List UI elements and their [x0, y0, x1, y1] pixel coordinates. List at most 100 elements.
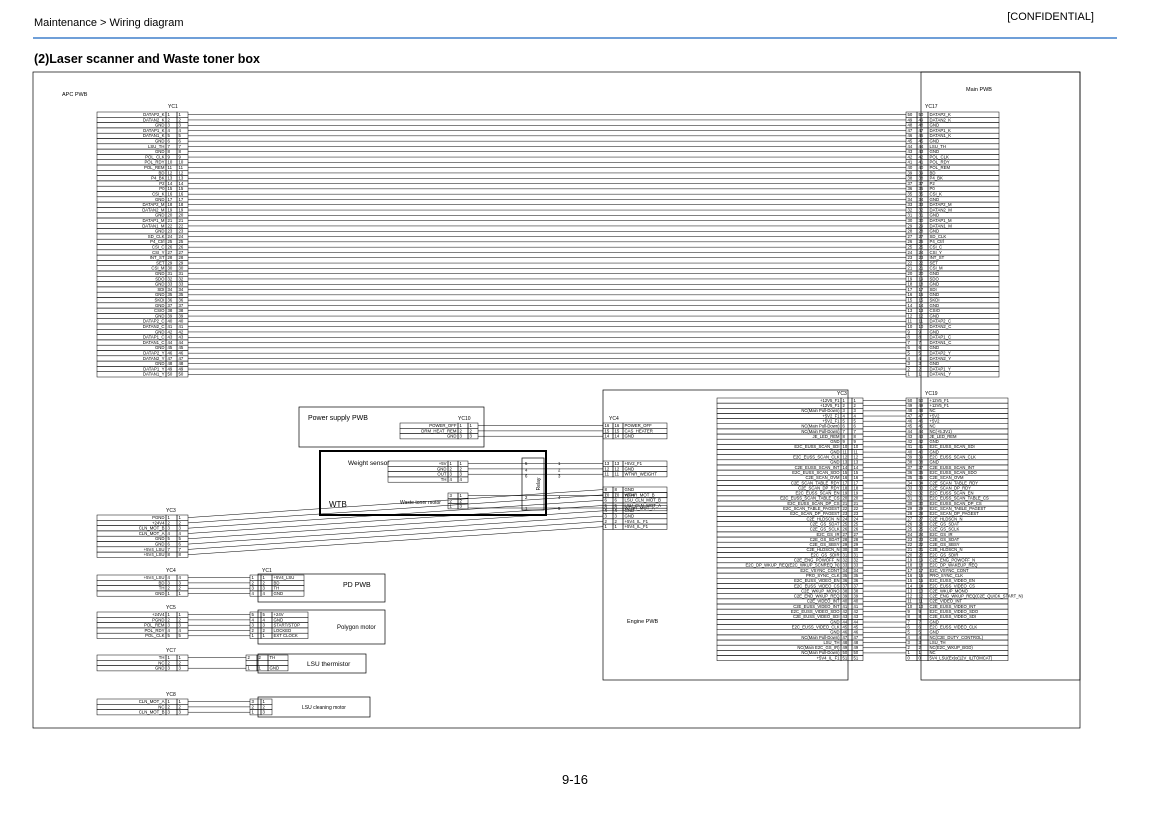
apc-yc3-table: PGND 1 1+24V4 2 2CLN_MOT_B 3 3CLN_MOT_A 4 4GND 5 5…: [96, 514, 189, 558]
pin-number: 8: [168, 552, 171, 557]
connector-yc19: YC19: [925, 391, 938, 397]
pin-number: 51: [843, 655, 848, 660]
pin-number: 36: [168, 298, 173, 303]
connector-yc4-apc: YC4: [166, 568, 176, 574]
pin-number: 1: [252, 633, 255, 638]
signal-label: GND: [155, 292, 165, 297]
pin-number: 3: [263, 586, 266, 591]
signal-label: CSI_K: [930, 192, 943, 197]
pin-number: 36: [919, 186, 924, 191]
pin-number: 31: [919, 213, 924, 218]
pin-number: 44: [168, 340, 173, 345]
pin-number: 1: [460, 423, 463, 428]
pin-number: 13: [605, 461, 610, 466]
pin-number: 4: [168, 575, 171, 580]
pin-number: 2: [179, 617, 182, 622]
pin-number: 3: [252, 623, 255, 628]
signal-label: DATAP2_K: [143, 112, 164, 117]
pin-number: 34: [179, 287, 184, 292]
wire-apc-yc3: [187, 526, 604, 555]
pin-number: 38: [168, 308, 173, 313]
pin-number: 37: [168, 303, 173, 308]
pin-number: 7: [179, 144, 182, 149]
signal-label: POWER_OFF: [429, 423, 457, 428]
pin-number: 46: [168, 351, 173, 356]
signal-label: +5V: [439, 461, 447, 466]
signal-label: DATAN1_Y: [143, 372, 165, 377]
signal-label: +5V4_LSU: [144, 552, 165, 557]
signal-label: GND: [930, 271, 940, 276]
pin-number: 38: [908, 176, 913, 181]
pin-number: 19: [919, 276, 924, 281]
pin-number: 14: [168, 181, 173, 186]
pin-number: 17: [168, 197, 173, 202]
pin-number: 2: [179, 704, 182, 709]
signal-label: CSI_K: [152, 192, 165, 197]
pin-number: 2: [168, 660, 171, 665]
pin-number: 2: [252, 580, 255, 585]
wire-apc-yc3: [187, 521, 604, 550]
signal-label: CSI_M: [930, 266, 944, 271]
pin-number: 12: [168, 170, 173, 175]
pin-number: 5: [179, 133, 182, 138]
pin-number: 21: [179, 218, 184, 223]
pin-number: 4: [179, 575, 182, 580]
pin-number: 1: [179, 591, 182, 596]
pin-number: 1: [168, 655, 171, 660]
waste-motor-table: 3 12 21 3: [447, 492, 469, 510]
relay-label: Relay: [536, 477, 542, 490]
pin-number: 1: [252, 575, 255, 580]
pin-number: 19: [179, 207, 184, 212]
signal-label: GND: [155, 139, 165, 144]
signal-label: CSIO: [930, 308, 941, 313]
pin-number: 1: [259, 666, 262, 671]
signal-label: DATAN1_Y: [930, 372, 952, 377]
pin-number: 15: [615, 428, 620, 433]
table-cell: [96, 654, 167, 661]
signal-label: CSIO: [154, 308, 165, 313]
yc17-table: 50 50 DATAP2_K49 49 DATAN2_K48 48 GND47 47 DATAP…: [905, 111, 1000, 378]
pin-number: 1: [168, 612, 171, 617]
signal-label: LSU_CLN_MOT_A: [625, 503, 662, 508]
pin-number: 17: [179, 197, 184, 202]
signal-label: DATAN2_M: [142, 207, 165, 212]
signal-label: BD: [930, 170, 936, 175]
pin-number: 43: [908, 149, 913, 154]
table-cell: [927, 180, 1000, 187]
pin-number: 44: [179, 340, 184, 345]
pin-number: 27: [908, 234, 913, 239]
pin-number: 11: [919, 319, 924, 324]
pin-number: 2: [263, 580, 266, 585]
pin-number: 25: [919, 245, 924, 250]
pin-number: 14: [919, 303, 924, 308]
pin-number: 2: [179, 520, 182, 525]
pin-number: 11: [605, 472, 610, 477]
signal-label: OUT: [437, 472, 446, 477]
pin-number: 1: [179, 112, 182, 117]
pin-number: 1: [263, 575, 266, 580]
pin-number: 13: [179, 176, 184, 181]
pin-number: 22: [919, 260, 924, 265]
pin-number: 20: [168, 213, 173, 218]
pin-number: 29: [908, 223, 913, 228]
pin-number: 8: [168, 149, 171, 154]
pin-number: 5: [252, 612, 255, 617]
signal-label: TH: [270, 655, 276, 660]
pin-number: 4: [168, 531, 171, 536]
pin-number: 4: [252, 617, 255, 622]
pin-number: 21: [168, 218, 173, 223]
signal-label: DATAN1_K: [143, 133, 165, 138]
pin-number: 22: [908, 260, 913, 265]
yc1-table: DATAP2_K 1 1DATAN2_K 2 2GND 3 3DATAP1_K 4 4DATAN…: [96, 111, 189, 378]
signal-label: GND: [155, 591, 165, 596]
pin-number: 7: [168, 547, 171, 552]
apc-yc8-table: CLN_MOT_A 1 1NC 2 2CLN_MOT_B 3 3: [96, 698, 189, 716]
pin-number: 3: [263, 623, 266, 628]
pin-number: 3: [168, 123, 171, 128]
pin-number: 33: [908, 202, 913, 207]
signal-label: LOCKED: [274, 628, 292, 633]
pin-number: 2: [605, 519, 608, 524]
pin-number: 22: [179, 223, 184, 228]
connector-yc1-pd: YC1: [262, 568, 272, 574]
pin-number: 2: [179, 586, 182, 591]
